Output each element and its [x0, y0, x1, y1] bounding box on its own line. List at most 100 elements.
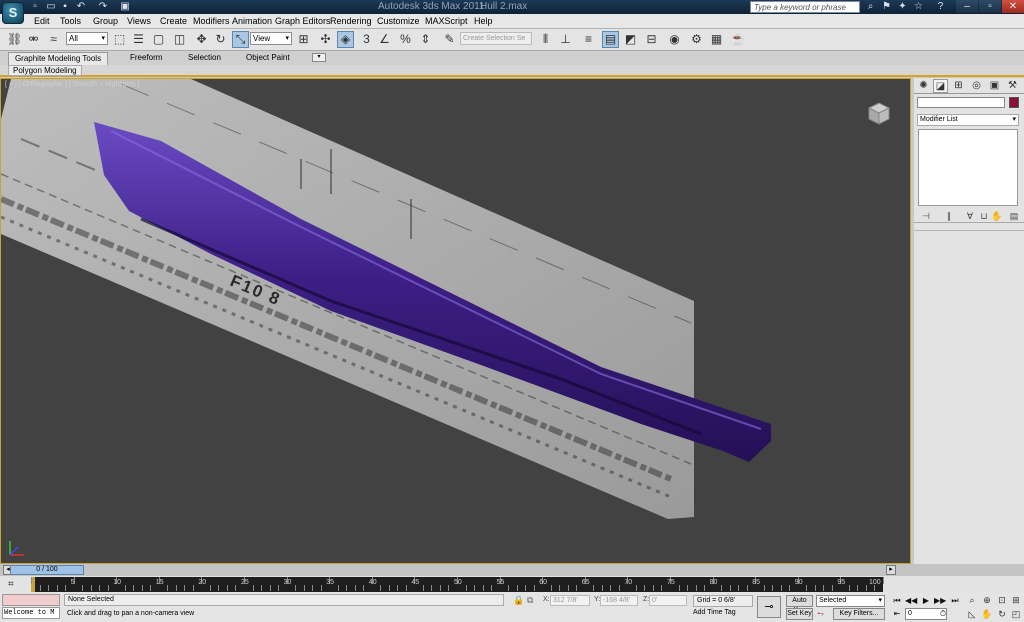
pivot-center-icon[interactable]: ⊞ [295, 31, 312, 48]
graphite-toggle-icon[interactable]: ▤ [602, 31, 619, 48]
set-keys-icon[interactable]: ⊸ [757, 596, 781, 618]
binoculars-icon[interactable]: ⌕ [864, 1, 877, 13]
select-object-icon[interactable]: ⬚ [111, 31, 128, 48]
tab-graphite-modeling-tools[interactable]: Graphite Modeling Tools [8, 52, 108, 65]
edit-named-selection-icon[interactable]: ✎ [441, 31, 458, 48]
previous-frame-icon[interactable]: ◀◀ [905, 595, 917, 606]
pan-icon[interactable]: ✋ [981, 608, 993, 620]
y-coordinate-field[interactable]: -168 4/8' [600, 595, 638, 606]
angle-snap-icon[interactable]: ∠ [376, 31, 393, 48]
minimize-button[interactable]: – [956, 0, 978, 13]
named-selection-sets-field[interactable]: Create Selection Se [460, 32, 532, 45]
maximize-viewport-icon[interactable]: ◰ [1010, 608, 1022, 620]
pin-stack-icon[interactable]: ⊣ [920, 210, 932, 222]
key-mode-toggle-icon[interactable]: ⇤ [891, 608, 903, 619]
menu-create[interactable]: Create [160, 16, 187, 26]
field-of-view-icon[interactable]: ◺ [966, 608, 978, 620]
close-button[interactable]: ✕ [1002, 0, 1024, 13]
bind-space-warp-icon[interactable]: ≈ [45, 31, 62, 48]
modifier-stack[interactable] [918, 129, 1018, 206]
x-coordinate-field[interactable]: 312 7/8' [550, 595, 590, 606]
layer-manager-icon[interactable]: ≡ [580, 31, 597, 48]
render-setup-icon[interactable]: ⚙ [688, 31, 705, 48]
ribbon-options-button[interactable]: ▾ [312, 53, 326, 62]
window-crossing-icon[interactable]: ◫ [171, 31, 188, 48]
zoom-extents-icon[interactable]: ⊡ [996, 594, 1008, 606]
menu-tools[interactable]: Tools [60, 16, 81, 26]
save-icon[interactable]: ▪ [58, 1, 72, 13]
percent-snap-icon[interactable]: % [397, 31, 414, 48]
modifier-sets-icon[interactable]: ▤ [1008, 210, 1020, 222]
menu-help[interactable]: Help [474, 16, 493, 26]
zoom-icon[interactable]: ⌕ [966, 594, 978, 606]
project-folder-icon[interactable]: ▣ [118, 1, 132, 13]
go-to-start-icon[interactable]: ⏮ [891, 595, 903, 606]
undo-icon[interactable]: ↶ [74, 1, 88, 13]
render-production-icon[interactable]: ☕ [729, 31, 746, 48]
keyboard-shortcut-override-icon[interactable]: ◈ [337, 31, 354, 48]
tab-object-paint[interactable]: Object Paint [246, 53, 290, 62]
align-icon[interactable]: ⊥ [557, 31, 574, 48]
select-by-name-icon[interactable]: ☰ [130, 31, 147, 48]
curve-editor-icon[interactable]: ◩ [622, 31, 639, 48]
menu-rendering[interactable]: Rendering [330, 16, 372, 26]
remove-modifier-icon[interactable]: ⊔ [978, 210, 990, 222]
object-color-swatch[interactable] [1009, 97, 1019, 108]
perspective-viewport[interactable]: F10 8 [ + ] [ Orthographic ] [ Smooth + … [0, 78, 911, 564]
help-icon[interactable]: ? [934, 1, 947, 13]
menu-modifiers[interactable]: Modifiers [193, 16, 230, 26]
rectangular-selection-icon[interactable]: ▢ [150, 31, 167, 48]
time-configuration-icon[interactable]: ⏱ [937, 608, 949, 619]
tab-selection[interactable]: Selection [188, 53, 221, 62]
mirror-icon[interactable]: ⫴ [537, 31, 554, 48]
display-tab-icon[interactable]: ▣ [987, 79, 1002, 93]
menu-graph-editors[interactable]: Graph Editors [275, 16, 331, 26]
schematic-view-icon[interactable]: ⊟ [643, 31, 660, 48]
zoom-all-icon[interactable]: ⊕ [981, 594, 993, 606]
viewcube-icon[interactable] [865, 99, 893, 130]
play-icon[interactable]: ▶ [920, 595, 932, 606]
maximize-button[interactable]: ▫ [979, 0, 1001, 13]
maxscript-listener-output[interactable]: Welcome to M [2, 607, 60, 619]
show-end-result-icon[interactable]: ∥ [943, 210, 955, 222]
motion-tab-icon[interactable]: ◎ [969, 79, 984, 93]
communication-center-icon[interactable]: ✦ [896, 1, 909, 13]
application-menu-icon[interactable]: S [2, 2, 24, 24]
make-unique-icon[interactable]: ∀ [964, 210, 976, 222]
favorites-icon[interactable]: ☆ [912, 1, 925, 13]
viewport-label[interactable]: [ + ] [ Orthographic ] [ Smooth + Highli… [5, 81, 140, 88]
menu-edit[interactable]: Edit [34, 16, 50, 26]
subscription-icon[interactable]: ⚑ [880, 1, 893, 13]
key-filters-button[interactable]: Key Filters... [833, 608, 885, 620]
orbit-icon[interactable]: ↻ [996, 608, 1008, 620]
modifier-list-dropdown[interactable]: Modifier List [917, 114, 1019, 126]
go-to-end-icon[interactable]: ⏭ [949, 595, 961, 606]
move-icon[interactable]: ✥ [193, 31, 210, 48]
maxscript-listener-input[interactable] [2, 594, 60, 606]
absolute-mode-icon[interactable]: ⧉ [527, 595, 533, 606]
curve-editor-toggle-icon[interactable]: ⌗ [8, 579, 14, 590]
selection-filter-dropdown[interactable]: All [66, 32, 108, 45]
zoom-extents-all-icon[interactable]: ⊞ [1010, 594, 1022, 606]
menu-customize[interactable]: Customize [377, 16, 420, 26]
tab-freeform[interactable]: Freeform [130, 53, 162, 62]
modify-tab-icon[interactable]: ◪ [933, 79, 948, 93]
rotate-icon[interactable]: ↻ [212, 31, 229, 48]
key-mode-icon[interactable]: ⥊ [817, 608, 824, 619]
object-name-field[interactable] [917, 97, 1005, 108]
hierarchy-tab-icon[interactable]: ⊞ [951, 79, 966, 93]
rendered-frame-icon[interactable]: ▦ [708, 31, 725, 48]
unlink-icon[interactable]: ⚮ [25, 31, 42, 48]
panel-polygon-modeling[interactable]: Polygon Modeling [8, 65, 82, 76]
selection-lock-icon[interactable]: 🔒 [513, 595, 524, 606]
link-icon[interactable]: ⛓ [6, 31, 23, 48]
snaps-toggle-icon[interactable]: 3 [358, 31, 375, 48]
z-coordinate-field[interactable]: 0' [649, 595, 687, 606]
time-slider-next-icon[interactable]: ▸ [886, 565, 896, 575]
menu-views[interactable]: Views [127, 16, 151, 26]
redo-icon[interactable]: ↷ [96, 1, 110, 13]
material-editor-icon[interactable]: ◉ [666, 31, 683, 48]
spinner-snap-icon[interactable]: ⇕ [417, 31, 434, 48]
time-slider-thumb[interactable]: 0 / 100 [10, 565, 84, 575]
scale-icon[interactable]: ⤡ [232, 31, 249, 48]
